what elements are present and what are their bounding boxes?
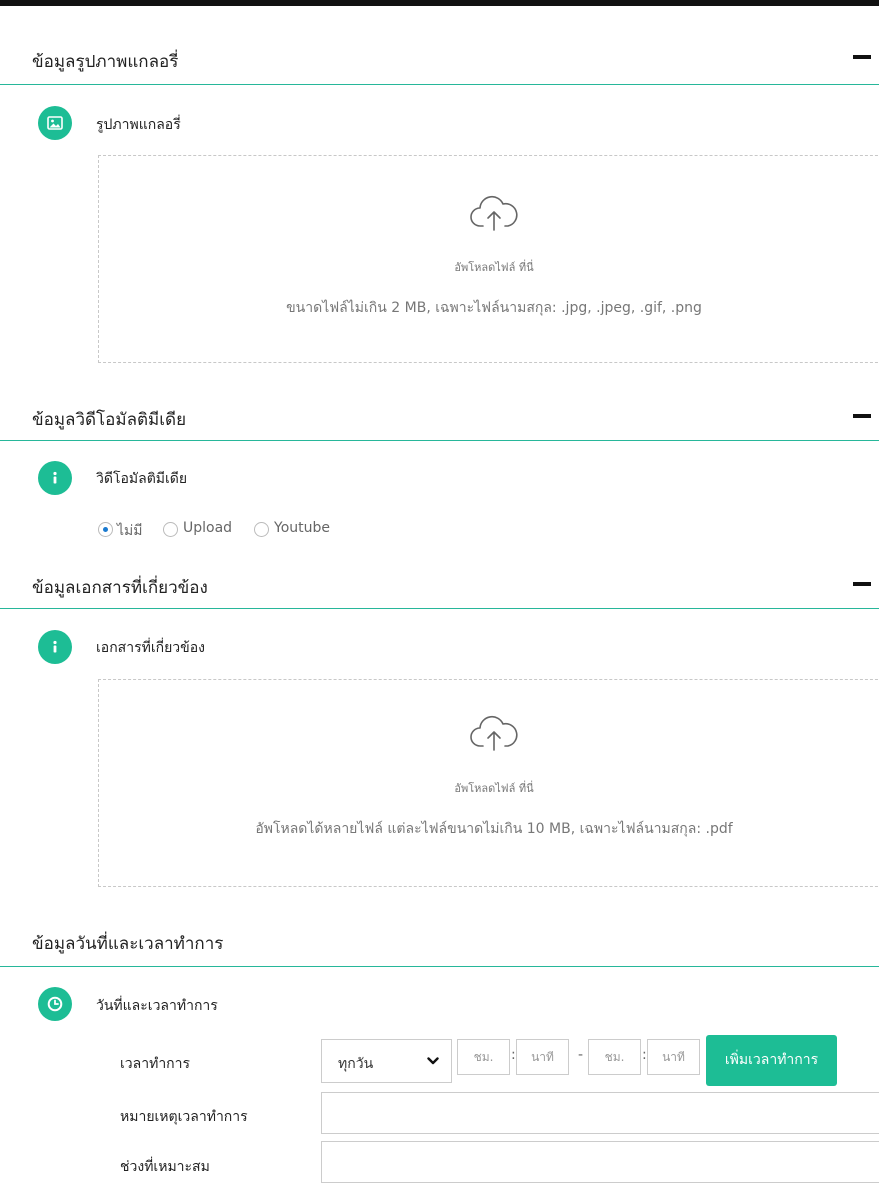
clock-icon	[38, 987, 72, 1021]
radio-label: Youtube	[274, 520, 330, 536]
section-title: ข้อมูลรูปภาพแกลอรี่	[32, 52, 179, 72]
radio-label: ไม่มี	[117, 523, 143, 539]
colon-separator: :	[511, 1047, 516, 1063]
hours-section-header: ข้อมูลวันที่และเวลาทำการ	[0, 920, 879, 967]
day-select-value: ทุกวัน	[338, 1056, 374, 1072]
field-label: เอกสารที่เกี่ยวข้อง	[96, 640, 205, 656]
field-label: วิดีโอมัลติมีเดีย	[96, 471, 188, 487]
documents-section-header[interactable]: ข้อมูลเอกสารที่เกี่ยวข้อง	[0, 560, 879, 609]
image-icon	[38, 106, 72, 140]
info-icon	[38, 461, 72, 495]
field-label: รูปภาพแกลอรี่	[96, 117, 181, 133]
field-label: วันที่และเวลาทำการ	[96, 998, 218, 1014]
suitable-input[interactable]	[321, 1141, 879, 1183]
radio-youtube[interactable]	[254, 522, 269, 537]
colon-separator: :	[642, 1047, 647, 1063]
radio-upload[interactable]	[163, 522, 178, 537]
chevron-down-icon	[427, 1054, 439, 1070]
upload-hint: ขนาดไฟล์ไม่เกิน 2 MB, เฉพาะไฟล์นามสกุล: …	[286, 300, 702, 316]
upload-hint: อัพโหลดได้หลายไฟล์ แต่ละไฟล์ขนาดไม่เกิน …	[255, 821, 733, 837]
cloud-upload-icon	[469, 194, 519, 238]
documents-dropzone[interactable]: อัพโหลดไฟล์ ที่นี่ อัพโหลดได้หลายไฟล์ แต…	[98, 679, 879, 887]
section-title: ข้อมูลวิดีโอมัลติมีเดีย	[32, 410, 187, 430]
section-title: ข้อมูลเอกสารที่เกี่ยวข้อง	[32, 578, 208, 598]
note-label: หมายเหตุเวลาทำการ	[120, 1109, 248, 1125]
upload-text: อัพโหลดไฟล์ ที่นี่	[454, 782, 534, 795]
suitable-label: ช่วงที่เหมาะสม	[120, 1159, 210, 1175]
gallery-dropzone[interactable]: อัพโหลดไฟล์ ที่นี่ ขนาดไฟล์ไม่เกิน 2 MB,…	[98, 155, 879, 363]
info-icon	[38, 630, 72, 664]
video-section-header[interactable]: ข้อมูลวิดีโอมัลติมีเดีย	[0, 392, 879, 441]
open-minute-input[interactable]: นาที	[516, 1039, 569, 1075]
collapse-icon[interactable]	[853, 414, 871, 418]
note-input[interactable]	[321, 1092, 879, 1134]
day-select[interactable]: ทุกวัน	[321, 1039, 452, 1083]
collapse-icon[interactable]	[853, 55, 871, 59]
cloud-upload-icon	[469, 714, 519, 758]
add-hours-button[interactable]: เพิ่มเวลาทำการ	[706, 1035, 837, 1086]
top-bar	[0, 0, 879, 6]
time-label: เวลาทำการ	[120, 1056, 191, 1072]
upload-text: อัพโหลดไฟล์ ที่นี่	[454, 261, 534, 274]
gallery-section-header[interactable]: ข้อมูลรูปภาพแกลอรี่	[0, 30, 879, 85]
close-hour-input[interactable]: ชม.	[588, 1039, 641, 1075]
collapse-icon[interactable]	[853, 582, 871, 586]
open-hour-input[interactable]: ชม.	[457, 1039, 510, 1075]
close-minute-input[interactable]: นาที	[647, 1039, 700, 1075]
radio-none[interactable]	[98, 522, 113, 537]
section-title: ข้อมูลวันที่และเวลาทำการ	[32, 934, 224, 954]
radio-label: Upload	[183, 520, 233, 536]
dash-separator: -	[578, 1047, 584, 1063]
